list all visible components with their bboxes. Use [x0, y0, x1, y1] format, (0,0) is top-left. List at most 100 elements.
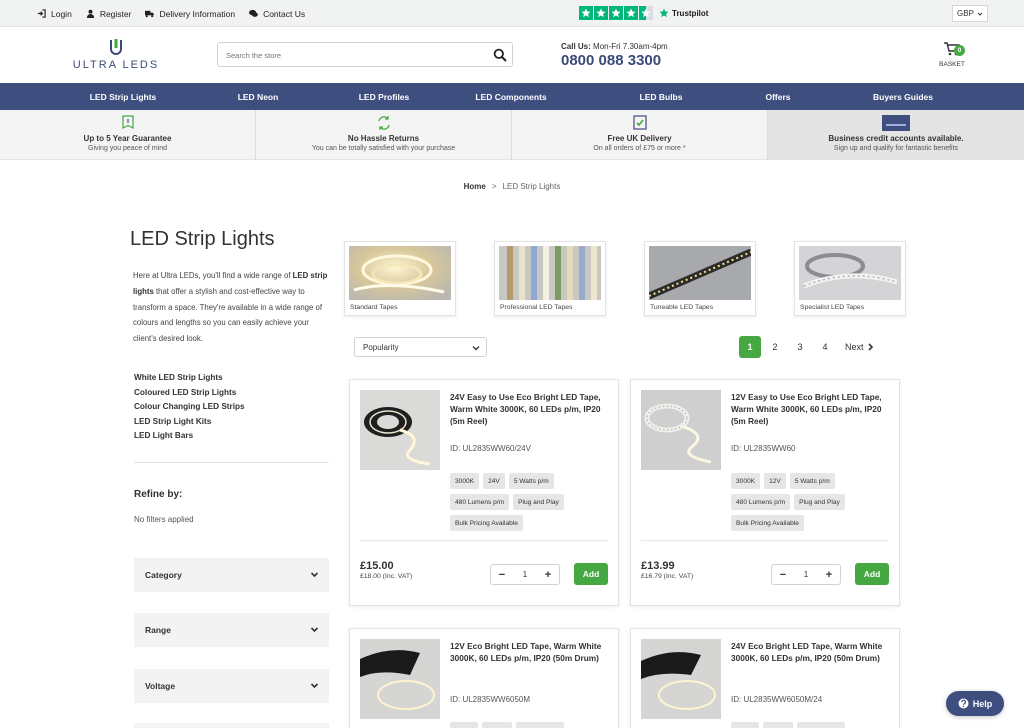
page-1[interactable]: 1 [739, 336, 761, 358]
quantity-decrease-button[interactable]: − [497, 569, 507, 581]
category-tile-tuneable-led-tapes[interactable]: Tuneable LED Tapes [644, 241, 756, 316]
user-icon [86, 9, 94, 18]
subcategory-links: White LED Strip Lights Coloured LED Stri… [134, 371, 245, 444]
sidebar-link-colour-changing-led-strips[interactable]: Colour Changing LED Strips [134, 400, 245, 415]
chat-icon [249, 9, 258, 17]
usp-delivery[interactable]: Free UK Delivery On all orders of £75 or… [512, 110, 768, 160]
filter-range[interactable]: Range [134, 613, 329, 647]
quantity-value[interactable]: 1 [523, 570, 527, 579]
main-nav: LED Strip Lights LED Neon LED Profiles L… [0, 83, 1024, 110]
filter-voltage[interactable]: Voltage [134, 669, 329, 703]
product-card: 24V Eco Bright LED Tape, Warm White 3000… [630, 628, 900, 728]
quantity-value[interactable]: 1 [804, 570, 808, 579]
product-tag: 5 Watts p/m [789, 473, 835, 489]
usp-returns[interactable]: No Hassle Returns You can be totally sat… [256, 110, 512, 160]
filter-range-label: Range [145, 625, 171, 635]
returns-icon [377, 116, 390, 130]
product-title[interactable]: 24V Eco Bright LED Tape, Warm White 3000… [731, 640, 893, 664]
sidebar-link-coloured-led-strip-lights[interactable]: Coloured LED Strip Lights [134, 386, 245, 401]
category-label: Specialist LED Tapes [800, 304, 865, 311]
call-us-prefix: Call Us: [561, 42, 591, 51]
quantity-stepper: − 1 + [771, 564, 841, 585]
product-title[interactable]: 12V Easy to Use Eco Bright LED Tape, War… [731, 391, 893, 427]
sidebar-link-led-light-bars[interactable]: LED Light Bars [134, 429, 245, 444]
product-tags [450, 722, 615, 728]
basket-count-badge: 0 [954, 45, 965, 56]
call-us-hours: Mon-Fri 7.30am-4pm [593, 42, 668, 51]
nav-buyers-guides[interactable]: Buyers Guides [855, 83, 951, 110]
product-image[interactable] [641, 390, 721, 470]
product-image[interactable] [641, 639, 721, 719]
delivery-information-label: Delivery Information [159, 8, 236, 19]
login-link[interactable]: Login [37, 9, 72, 19]
product-tag [482, 722, 512, 728]
category-tile-standard-tapes[interactable]: Standard Tapes [344, 241, 456, 316]
help-label: Help [972, 698, 993, 709]
sort-select[interactable]: Popularity [354, 337, 487, 357]
product-tag: Plug and Play [794, 494, 845, 510]
usp-bar: Up to 5 Year Guarantee Giving you peace … [0, 110, 1024, 160]
product-tag: 3000K [731, 473, 761, 489]
nav-led-bulbs[interactable]: LED Bulbs [613, 83, 709, 110]
usp-business-credit[interactable]: Business credit accounts available. Sign… [768, 110, 1024, 160]
top-utility-bar: Login Register Delivery Information Cont… [0, 0, 1024, 27]
trustpilot-rating[interactable]: Trustpilot [579, 6, 708, 20]
usp-delivery-sub: On all orders of £75 or more * [593, 145, 686, 152]
phone-number[interactable]: 0800 088 3300 [561, 52, 668, 69]
add-to-basket-button[interactable]: Add [855, 563, 889, 585]
product-image[interactable] [360, 390, 440, 470]
sidebar-link-led-strip-light-kits[interactable]: LED Strip Light Kits [134, 415, 245, 430]
product-id: ID: UL2835WW6050M/24 [731, 695, 823, 704]
breadcrumb-home[interactable]: Home [464, 182, 486, 191]
product-title[interactable]: 24V Easy to Use Eco Bright LED Tape, War… [450, 391, 612, 427]
tuneable-led-tapes-image [649, 246, 751, 300]
register-link[interactable]: Register [86, 9, 131, 19]
basket-label: BASKET [939, 61, 965, 68]
ultra-leds-logo[interactable]: ULTRA LEDS [70, 39, 162, 75]
page-next[interactable]: Next [845, 342, 874, 352]
nav-led-neon[interactable]: LED Neon [210, 83, 306, 110]
chevron-down-icon [310, 572, 319, 578]
logo-mark-icon [110, 39, 122, 55]
quantity-increase-button[interactable]: + [543, 569, 553, 581]
product-image[interactable] [360, 639, 440, 719]
intro-text: Here at Ultra LEDs, you'll find a wide r… [133, 268, 331, 347]
breadcrumb-current: LED Strip Lights [502, 182, 561, 191]
page-4[interactable]: 4 [814, 336, 836, 358]
category-tile-professional-led-tapes[interactable]: Professional LED Tapes [494, 241, 606, 316]
product-id: ID: UL2835WW60 [731, 444, 796, 453]
product-tags: 3000K 24V 5 Watts p/m 480 Lumens p/m Plu… [450, 473, 615, 531]
category-tile-specialist-led-tapes[interactable]: Specialist LED Tapes [794, 241, 906, 316]
sidebar-divider [134, 462, 329, 463]
help-button[interactable]: Help [946, 691, 1004, 716]
nav-led-components[interactable]: LED Components [463, 83, 559, 110]
product-title[interactable]: 12V Eco Bright LED Tape, Warm White 3000… [450, 640, 612, 664]
business-credit-icon [882, 115, 910, 131]
nav-led-profiles[interactable]: LED Profiles [336, 83, 432, 110]
usp-guarantee[interactable]: Up to 5 Year Guarantee Giving you peace … [0, 110, 256, 160]
filter-category[interactable]: Category [134, 558, 329, 592]
quantity-decrease-button[interactable]: − [778, 569, 788, 581]
chevron-right-icon [867, 343, 873, 351]
add-to-basket-button[interactable]: Add [574, 563, 608, 585]
quantity-increase-button[interactable]: + [824, 569, 834, 581]
product-price-inc-vat: £18.00 (Inc. VAT) [360, 573, 413, 580]
usp-guarantee-title: Up to 5 Year Guarantee [83, 134, 172, 143]
sidebar-link-white-led-strip-lights[interactable]: White LED Strip Lights [134, 371, 245, 386]
currency-select[interactable]: GBP [952, 5, 988, 22]
product-tag: 12V [764, 473, 786, 489]
usp-business-credit-sub: Sign up and qualify for fantastic benefi… [833, 145, 959, 152]
page-2[interactable]: 2 [764, 336, 786, 358]
product-tag [516, 722, 564, 728]
call-us-label: Call Us: Mon-Fri 7.30am-4pm [561, 42, 668, 51]
delivery-information-link[interactable]: Delivery Information [145, 9, 235, 19]
search-icon[interactable] [493, 48, 507, 62]
usp-business-credit-title: Business credit accounts available. [828, 134, 964, 143]
page-3[interactable]: 3 [789, 336, 811, 358]
breadcrumb: Home > LED Strip Lights [0, 182, 1024, 191]
contact-us-link[interactable]: Contact Us [249, 9, 305, 19]
trustpilot-label: Trustpilot [672, 8, 709, 18]
basket-button[interactable]: 0 BASKET [936, 42, 968, 70]
nav-offers[interactable]: Offers [730, 83, 826, 110]
search-input[interactable] [226, 47, 486, 63]
